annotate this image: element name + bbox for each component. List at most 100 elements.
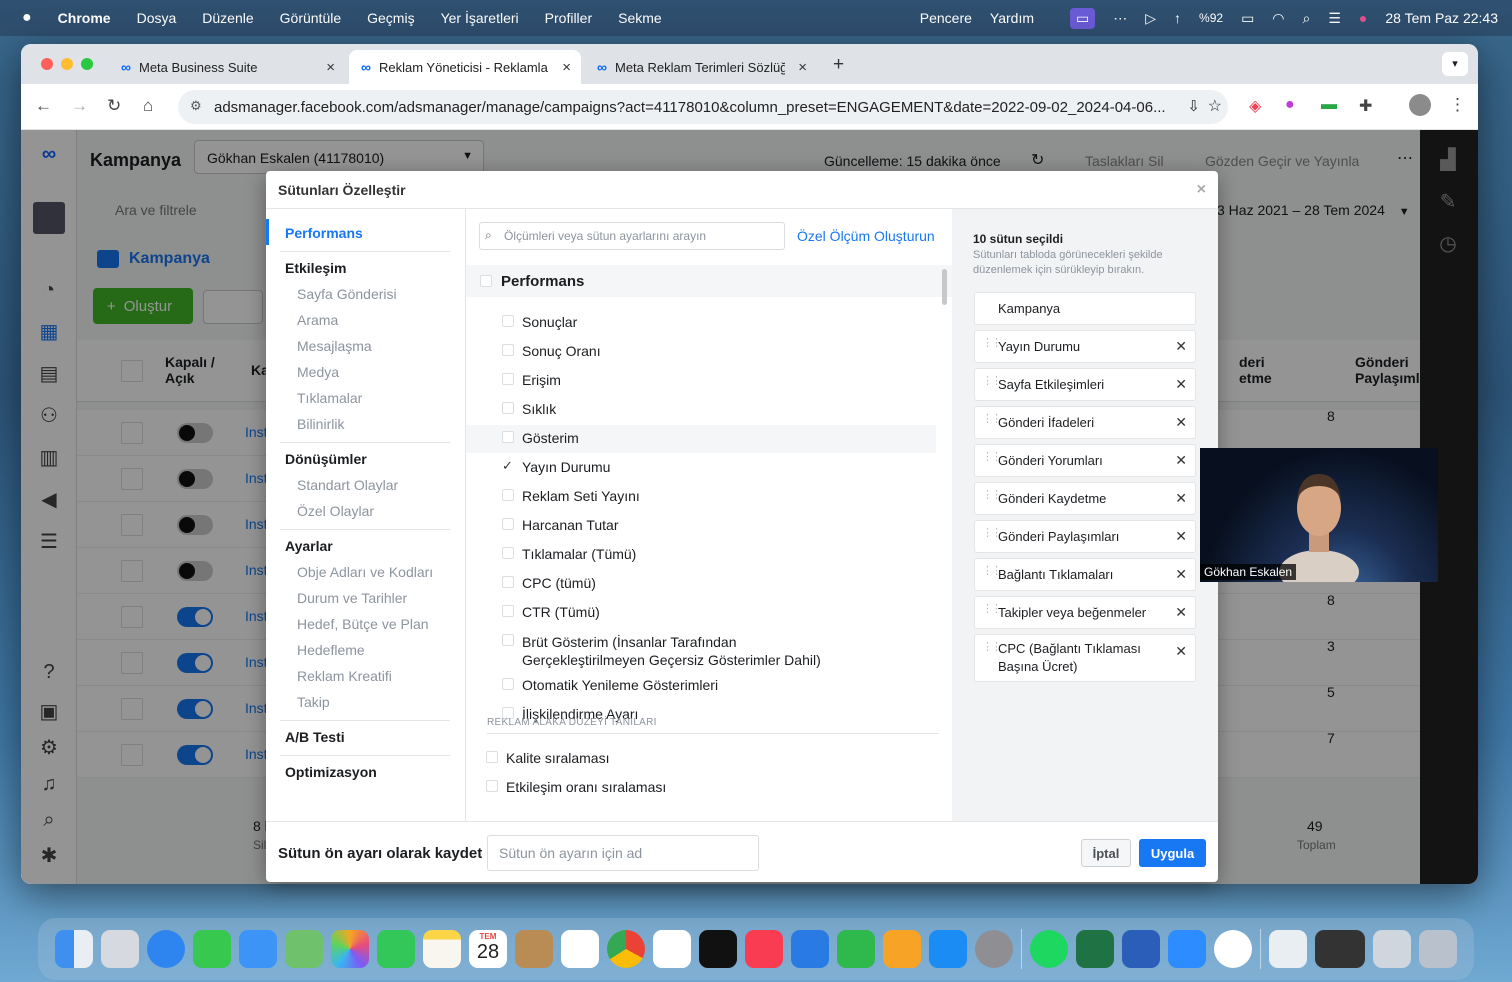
preset-name-input[interactable]: [487, 835, 759, 871]
metric-checkbox[interactable]: [502, 678, 514, 690]
word-icon[interactable]: [1122, 930, 1160, 968]
excel-icon[interactable]: [1076, 930, 1114, 968]
safari-icon[interactable]: [147, 930, 185, 968]
tab-search-icon[interactable]: ▾: [1442, 52, 1468, 76]
scrollbar-thumb[interactable]: [942, 269, 947, 305]
section-checkbox[interactable]: [480, 275, 492, 287]
metric-row[interactable]: Gösterim: [466, 425, 936, 453]
reminders-icon[interactable]: [561, 930, 599, 968]
app-store-icon[interactable]: [929, 930, 967, 968]
menu-bookmarks[interactable]: Yer İşaretleri: [441, 10, 519, 26]
tab-meta-glossary[interactable]: ∞ Meta Reklam Terimleri Sözlüğ ×: [585, 50, 817, 84]
metric-row[interactable]: CPC (tümü): [466, 570, 936, 598]
url-bar[interactable]: ⚙ adsmanager.facebook.com/adsmanager/man…: [178, 90, 1228, 124]
close-icon[interactable]: ×: [1197, 181, 1206, 199]
menu-edit[interactable]: Düzenle: [202, 10, 253, 26]
metric-checkbox[interactable]: [502, 605, 514, 617]
category-performance[interactable]: Performans: [285, 225, 363, 241]
metric-row[interactable]: Erişim: [466, 367, 936, 395]
numbers-icon[interactable]: [837, 930, 875, 968]
selected-column-chip[interactable]: ⋮⋮ Gönderi Yorumları ✕: [974, 444, 1196, 477]
close-icon[interactable]: ×: [798, 59, 807, 76]
category-settings[interactable]: Ayarlar: [285, 538, 333, 554]
menu-app-name[interactable]: Chrome: [58, 10, 111, 26]
bookmark-star-icon[interactable]: ☆: [1208, 96, 1222, 116]
drag-handle-icon[interactable]: ⋮⋮: [982, 376, 1002, 387]
drag-handle-icon[interactable]: ⋮⋮: [982, 566, 1002, 577]
chrome-icon[interactable]: [607, 930, 645, 968]
screen-share-icon[interactable]: ▭: [1070, 7, 1096, 29]
subcategory-object-names[interactable]: Obje Adları ve Kodları: [297, 564, 433, 580]
metric-checkbox[interactable]: [502, 402, 514, 414]
metric-row[interactable]: Tıklamalar (Tümü): [466, 541, 936, 569]
pages-icon[interactable]: [883, 930, 921, 968]
selected-column-chip[interactable]: ⋮⋮ Gönderi Paylaşımları ✕: [974, 520, 1196, 553]
zoom-icon[interactable]: [1168, 930, 1206, 968]
maps-icon[interactable]: [285, 930, 323, 968]
subcategory-clicks[interactable]: Tıklamalar: [297, 390, 362, 406]
metric-row[interactable]: ✓ Yayın Durumu: [466, 454, 936, 482]
close-icon[interactable]: ×: [562, 59, 571, 76]
checkmark-icon[interactable]: ✓: [502, 458, 513, 474]
category-conversions[interactable]: Dönüşümler: [285, 451, 367, 467]
profile-avatar[interactable]: [1409, 94, 1431, 116]
remove-column-icon[interactable]: ✕: [1175, 528, 1187, 545]
metric-row[interactable]: CTR (Tümü): [466, 599, 936, 627]
control-center-icon[interactable]: ☰: [1328, 10, 1341, 27]
metric-row[interactable]: Harcanan Tutar: [466, 512, 936, 540]
siri-icon[interactable]: ●: [1359, 10, 1367, 26]
menu-profiles[interactable]: Profiller: [545, 10, 592, 26]
drag-handle-icon[interactable]: ⋮⋮: [982, 528, 1002, 539]
extensions-puzzle-icon[interactable]: ✚: [1359, 96, 1372, 116]
category-ab-test[interactable]: A/B Testi: [285, 729, 345, 745]
clock[interactable]: 28 Tem Paz 22:43: [1385, 10, 1498, 26]
metric-checkbox[interactable]: [502, 576, 514, 588]
selected-column-chip[interactable]: ⋮⋮ Sayfa Etkileşimleri ✕: [974, 368, 1196, 401]
install-icon[interactable]: ⇩: [1187, 97, 1200, 115]
remove-column-icon[interactable]: ✕: [1175, 642, 1187, 660]
apply-button[interactable]: Uygula: [1139, 839, 1206, 867]
remove-column-icon[interactable]: ✕: [1175, 604, 1187, 621]
tab-meta-business-suite[interactable]: ∞ Meta Business Suite ×: [109, 50, 345, 84]
selected-column-chip[interactable]: ⋮⋮ Takipler veya beğenmeler ✕: [974, 596, 1196, 629]
selected-column-chip[interactable]: ⋮⋮ Yayın Durumu ✕: [974, 330, 1196, 363]
drag-handle-icon[interactable]: ⋮⋮: [982, 604, 1002, 615]
launchpad-icon[interactable]: [101, 930, 139, 968]
selected-column-chip[interactable]: ⋮⋮ Bağlantı Tıklamaları ✕: [974, 558, 1196, 591]
spotify-icon[interactable]: [1030, 930, 1068, 968]
music-icon[interactable]: [745, 930, 783, 968]
menu-file[interactable]: Dosya: [137, 10, 177, 26]
category-engagement[interactable]: Etkileşim: [285, 260, 346, 276]
battery-icon[interactable]: ▭: [1241, 10, 1254, 27]
mail-icon[interactable]: [239, 930, 277, 968]
apple-icon[interactable]: ●: [22, 9, 32, 27]
metric-row[interactable]: Etkileşim oranı sıralaması: [466, 774, 936, 802]
cancel-button[interactable]: İptal: [1081, 839, 1131, 867]
extension-icon[interactable]: ●: [1285, 96, 1295, 114]
keynote-icon[interactable]: [791, 930, 829, 968]
system-settings-icon[interactable]: [975, 930, 1013, 968]
messages-icon[interactable]: [193, 930, 231, 968]
metric-row[interactable]: Kalite sıralaması: [466, 745, 936, 773]
drag-handle-icon[interactable]: ⋮⋮: [982, 642, 1002, 653]
menu-tab[interactable]: Sekme: [618, 10, 662, 26]
notes-icon[interactable]: [423, 930, 461, 968]
subcategory-calling[interactable]: Arama: [297, 312, 338, 328]
subcategory-goal-budget[interactable]: Hedef, Bütçe ve Plan: [297, 616, 429, 632]
metric-row[interactable]: Sonuçlar: [466, 309, 936, 337]
minimize-window-button[interactable]: [61, 58, 73, 70]
menu-view[interactable]: Görüntüle: [280, 10, 341, 26]
subcategory-custom-events[interactable]: Özel Olaylar: [297, 503, 374, 519]
back-icon[interactable]: ←: [35, 96, 52, 116]
activity-icon[interactable]: ⋯: [1113, 10, 1127, 27]
subcategory-targeting[interactable]: Hedefleme: [297, 642, 365, 658]
selected-column-chip[interactable]: ⋮⋮ Gönderi İfadeleri ✕: [974, 406, 1196, 439]
close-window-button[interactable]: [41, 58, 53, 70]
contacts-icon[interactable]: [515, 930, 553, 968]
metric-row[interactable]: Reklam Seti Yayını: [466, 483, 936, 511]
metric-checkbox[interactable]: [502, 315, 514, 327]
remove-column-icon[interactable]: ✕: [1175, 338, 1187, 355]
drag-handle-icon[interactable]: ⋮⋮: [982, 414, 1002, 425]
remove-column-icon[interactable]: ✕: [1175, 452, 1187, 469]
clock-app-icon[interactable]: [1214, 930, 1252, 968]
